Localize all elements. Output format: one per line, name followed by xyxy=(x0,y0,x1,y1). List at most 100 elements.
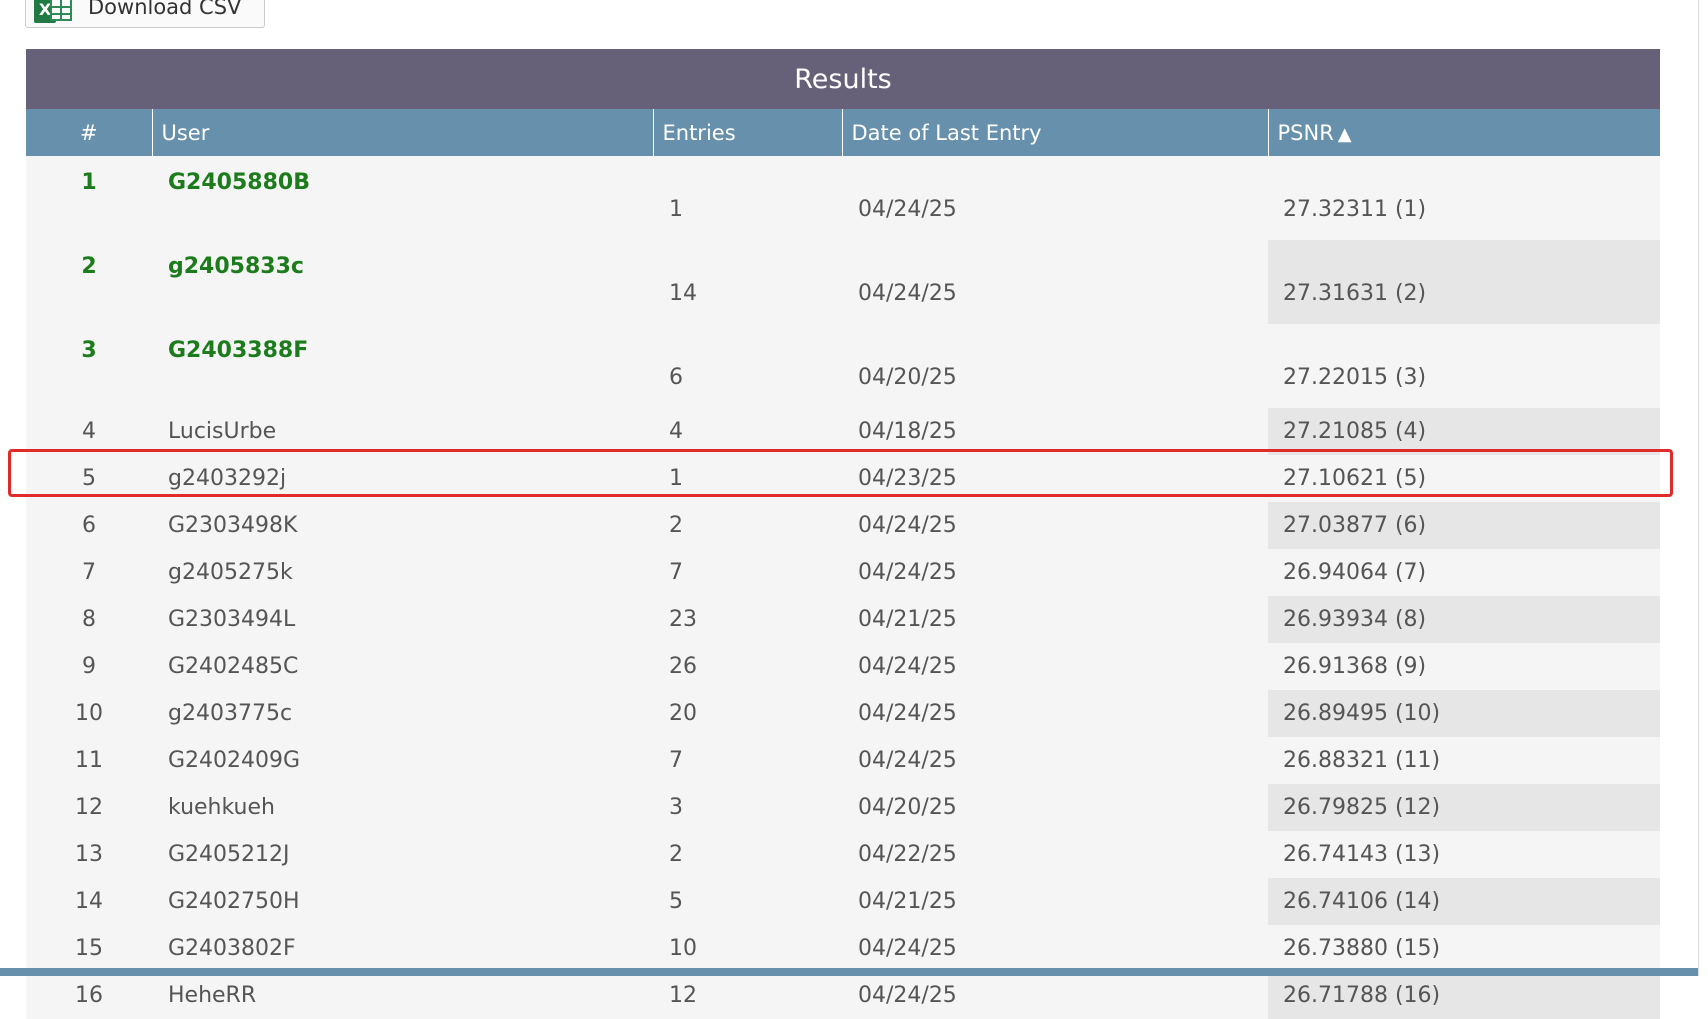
date-cell: 04/24/25 xyxy=(842,549,1268,596)
table-row: 5 g2403292j 1 04/23/25 27.10621 (5) xyxy=(26,455,1660,502)
scrollbar[interactable] xyxy=(1698,0,1708,976)
date-cell: 04/24/25 xyxy=(842,690,1268,737)
column-header-entries[interactable]: Entries xyxy=(652,109,842,156)
entries-cell: 1 xyxy=(653,156,842,240)
rank-cell: 2 xyxy=(26,240,152,324)
user-cell: G2405212J xyxy=(152,831,653,878)
psnr-cell: 26.91368 (9) xyxy=(1268,643,1660,690)
rank-cell: 7 xyxy=(26,549,152,596)
user-cell: G2402409G xyxy=(152,737,653,784)
download-csv-button[interactable]: X Download CSV xyxy=(25,0,265,28)
table-row: 12 kuehkueh 3 04/20/25 26.79825 (12) xyxy=(26,784,1660,831)
date-cell: 04/24/25 xyxy=(842,737,1268,784)
entries-cell: 14 xyxy=(653,240,842,324)
table-footer-bar xyxy=(0,968,1698,976)
entries-cell: 7 xyxy=(653,737,842,784)
rank-cell: 6 xyxy=(26,502,152,549)
psnr-cell: 26.71788 (16) xyxy=(1268,972,1660,1019)
rank-cell: 16 xyxy=(26,972,152,1019)
user-cell: G2303498K xyxy=(152,502,653,549)
entries-cell: 20 xyxy=(653,690,842,737)
psnr-cell: 26.74106 (14) xyxy=(1268,878,1660,925)
table-row: 6 G2303498K 2 04/24/25 27.03877 (6) xyxy=(26,502,1660,549)
rank-cell: 12 xyxy=(26,784,152,831)
psnr-cell: 27.21085 (4) xyxy=(1268,408,1660,455)
user-cell: g2403292j xyxy=(152,455,653,502)
rank-cell: 5 xyxy=(26,455,152,502)
column-header-rank[interactable]: # xyxy=(26,109,152,156)
user-cell: g2405833c xyxy=(152,240,653,324)
date-cell: 04/24/25 xyxy=(842,972,1268,1019)
table-row: 8 G2303494L 23 04/21/25 26.93934 (8) xyxy=(26,596,1660,643)
table-row: 3 G2403388F 6 04/20/25 27.22015 (3) xyxy=(26,324,1660,408)
user-cell: kuehkueh xyxy=(152,784,653,831)
column-header-date[interactable]: Date of Last Entry xyxy=(841,109,1268,156)
rank-cell: 13 xyxy=(26,831,152,878)
rank-cell: 1 xyxy=(26,156,152,240)
rank-cell: 15 xyxy=(26,925,152,972)
entries-cell: 5 xyxy=(653,878,842,925)
user-cell: G2405880B xyxy=(152,156,653,240)
user-cell: G2303494L xyxy=(152,596,653,643)
rank-cell: 11 xyxy=(26,737,152,784)
table-row: 2 g2405833c 14 04/24/25 27.31631 (2) xyxy=(26,240,1660,324)
date-cell: 04/24/25 xyxy=(842,925,1268,972)
rank-cell: 10 xyxy=(26,690,152,737)
user-cell: G2402750H xyxy=(152,878,653,925)
rank-cell: 8 xyxy=(26,596,152,643)
user-cell: G2402485C xyxy=(152,643,653,690)
table-row: 4 LucisUrbe 4 04/18/25 27.21085 (4) xyxy=(26,408,1660,455)
excel-icon: X xyxy=(34,0,74,23)
table-row: 1 G2405880B 1 04/24/25 27.32311 (1) xyxy=(26,156,1660,240)
psnr-cell: 27.31631 (2) xyxy=(1268,240,1660,324)
entries-cell: 1 xyxy=(653,455,842,502)
entries-cell: 23 xyxy=(653,596,842,643)
entries-cell: 2 xyxy=(653,502,842,549)
entries-cell: 10 xyxy=(653,925,842,972)
entries-cell: 12 xyxy=(653,972,842,1019)
date-cell: 04/24/25 xyxy=(842,502,1268,549)
table-row: 13 G2405212J 2 04/22/25 26.74143 (13) xyxy=(26,831,1660,878)
rank-cell: 3 xyxy=(26,324,152,408)
psnr-cell: 27.22015 (3) xyxy=(1268,324,1660,408)
user-cell: LucisUrbe xyxy=(152,408,653,455)
psnr-cell: 27.10621 (5) xyxy=(1268,455,1660,502)
table-header-row: # User Entries Date of Last Entry PSNR ▲ xyxy=(26,109,1660,156)
table-row: 10 g2403775c 20 04/24/25 26.89495 (10) xyxy=(26,690,1660,737)
rank-cell: 14 xyxy=(26,878,152,925)
date-cell: 04/21/25 xyxy=(842,878,1268,925)
psnr-cell: 26.73880 (15) xyxy=(1268,925,1660,972)
user-cell: g2405275k xyxy=(152,549,653,596)
entries-cell: 26 xyxy=(653,643,842,690)
psnr-cell: 26.79825 (12) xyxy=(1268,784,1660,831)
results-title: Results xyxy=(26,49,1660,109)
download-csv-label: Download CSV xyxy=(88,0,242,19)
psnr-cell: 26.74143 (13) xyxy=(1268,831,1660,878)
psnr-cell: 27.03877 (6) xyxy=(1268,502,1660,549)
date-cell: 04/24/25 xyxy=(842,240,1268,324)
psnr-cell: 27.32311 (1) xyxy=(1268,156,1660,240)
psnr-cell: 26.93934 (8) xyxy=(1268,596,1660,643)
table-row: 11 G2402409G 7 04/24/25 26.88321 (11) xyxy=(26,737,1660,784)
user-cell: g2403775c xyxy=(152,690,653,737)
date-cell: 04/22/25 xyxy=(842,831,1268,878)
date-cell: 04/20/25 xyxy=(842,784,1268,831)
column-header-user[interactable]: User xyxy=(151,109,653,156)
table-row: 15 G2403802F 10 04/24/25 26.73880 (15) xyxy=(26,925,1660,972)
entries-cell: 4 xyxy=(653,408,842,455)
table-row: 16 HeheRR 12 04/24/25 26.71788 (16) xyxy=(26,972,1660,1019)
results-table: # User Entries Date of Last Entry PSNR ▲ … xyxy=(26,109,1660,1019)
date-cell: 04/20/25 xyxy=(842,324,1268,408)
entries-cell: 7 xyxy=(653,549,842,596)
column-header-psnr[interactable]: PSNR ▲ xyxy=(1267,109,1660,156)
entries-cell: 3 xyxy=(653,784,842,831)
user-cell: HeheRR xyxy=(152,972,653,1019)
user-cell: G2403388F xyxy=(152,324,653,408)
entries-cell: 6 xyxy=(653,324,842,408)
table-row: 7 g2405275k 7 04/24/25 26.94064 (7) xyxy=(26,549,1660,596)
results-body: 1 G2405880B 1 04/24/25 27.32311 (1) 2 g2405833… xyxy=(26,156,1660,1019)
date-cell: 04/18/25 xyxy=(842,408,1268,455)
rank-cell: 4 xyxy=(26,408,152,455)
psnr-cell: 26.88321 (11) xyxy=(1268,737,1660,784)
rank-cell: 9 xyxy=(26,643,152,690)
